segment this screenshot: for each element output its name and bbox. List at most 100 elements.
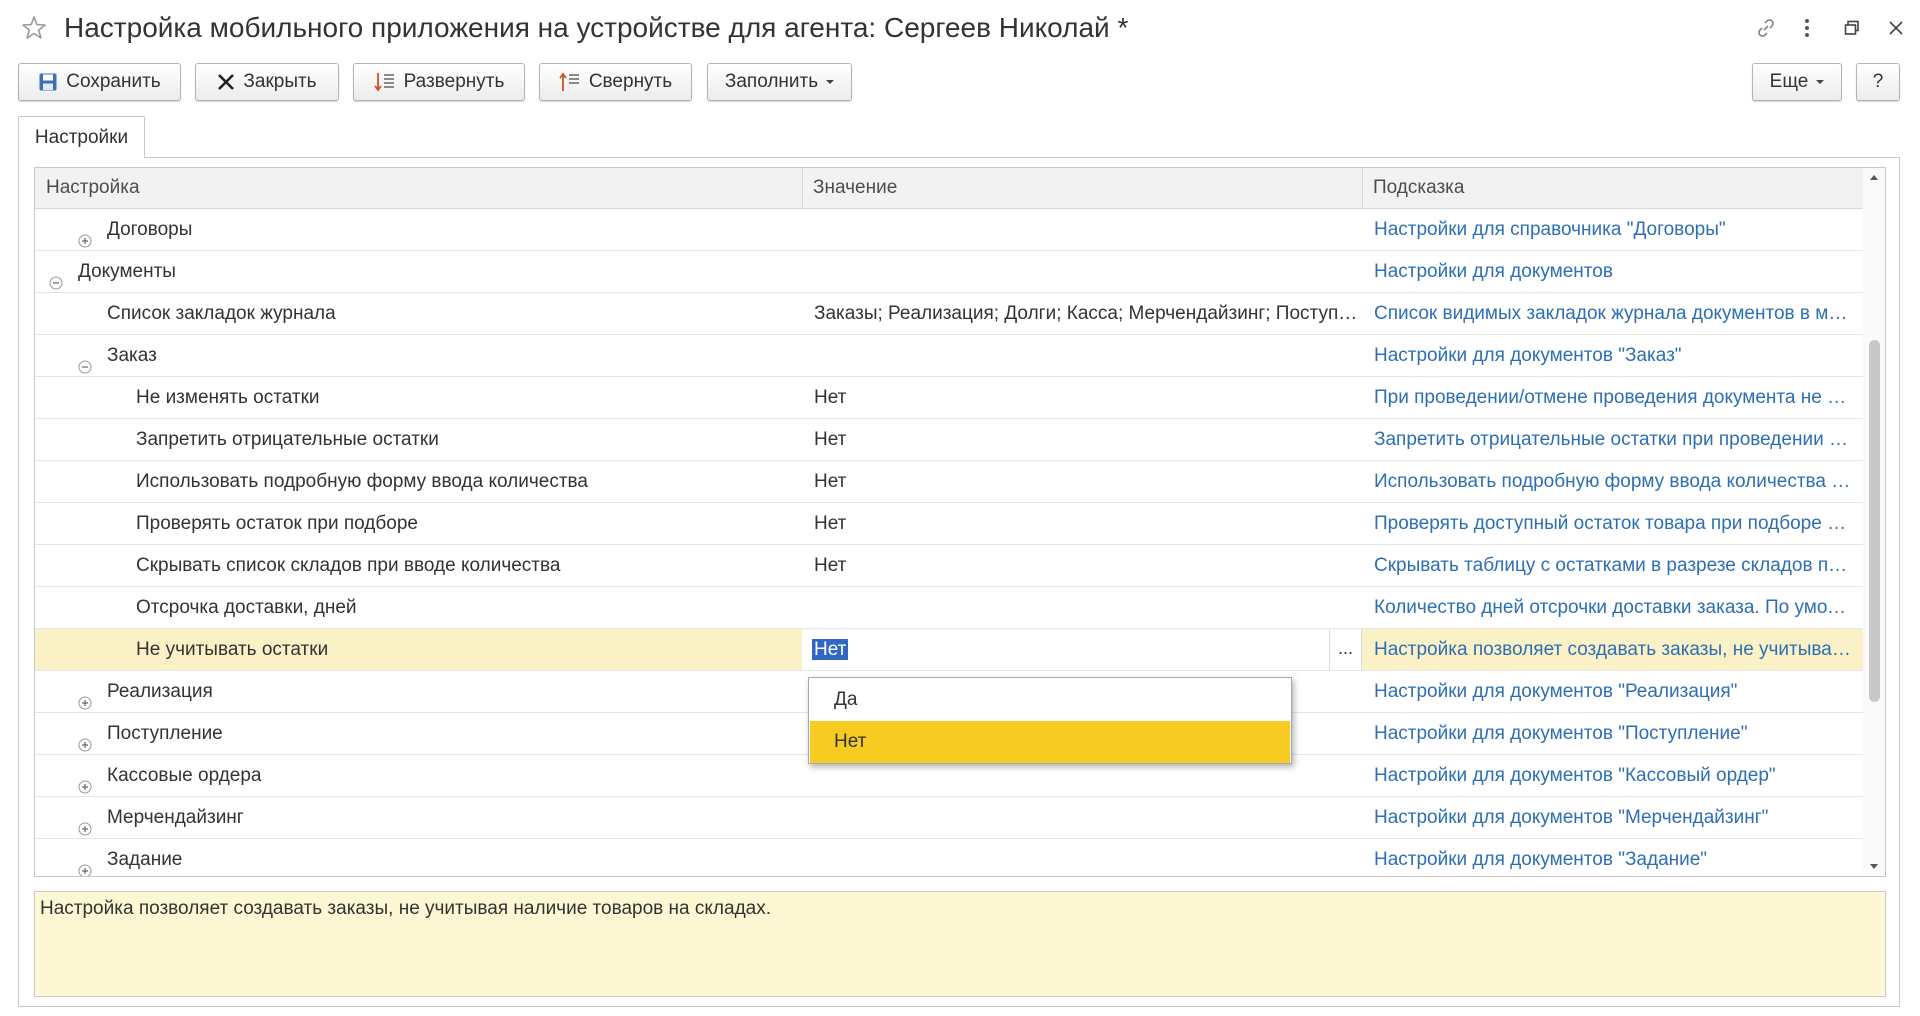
setting-name-cell[interactable]: Договоры: [35, 209, 802, 250]
scroll-up-icon[interactable]: [1863, 168, 1885, 188]
column-header-value[interactable]: Значение: [802, 168, 1362, 208]
scroll-down-icon[interactable]: [1863, 856, 1885, 876]
setting-value-cell[interactable]: Нет: [802, 377, 1362, 418]
table-row[interactable]: Отсрочка доставки, дней Количество дней о…: [35, 587, 1863, 629]
table-row[interactable]: Проверять остаток при подборе Нет Проверят…: [35, 503, 1863, 545]
table-row[interactable]: Не учитывать остатки Нет... Настройка позв…: [35, 629, 1863, 671]
value-edit-field[interactable]: Нет...: [802, 629, 1362, 670]
tab-settings[interactable]: Настройки: [18, 116, 145, 158]
setting-hint-link[interactable]: Использовать подробную форму ввода колич…: [1362, 461, 1863, 502]
help-button[interactable]: ?: [1856, 63, 1900, 101]
table-row[interactable]: Не изменять остатки Нет При проведении/отм…: [35, 377, 1863, 419]
setting-name-cell[interactable]: Реализация: [35, 671, 802, 712]
setting-name-label: Задание: [107, 849, 183, 870]
table-body: Договоры Настройки для справочника "Догов…: [35, 209, 1863, 876]
expand-button[interactable]: Развернуть: [353, 63, 525, 101]
setting-name-cell[interactable]: Не учитывать остатки: [35, 629, 802, 670]
collapse-node-icon[interactable]: [49, 264, 63, 290]
close-button[interactable]: Закрыть: [195, 63, 339, 101]
setting-name-label: Реализация: [107, 681, 213, 702]
dropdown-option-no[interactable]: Нет: [810, 721, 1290, 763]
table-row[interactable]: Запретить отрицательные остатки Нет Запрет…: [35, 419, 1863, 461]
setting-name-cell[interactable]: Скрывать список складов при вводе количе…: [35, 545, 802, 586]
expand-node-icon[interactable]: [78, 810, 92, 836]
collapse-node-icon[interactable]: [78, 348, 92, 374]
expand-node-icon[interactable]: [78, 726, 92, 752]
column-header-hint[interactable]: Подсказка: [1362, 168, 1863, 208]
collapse-button[interactable]: Свернуть: [539, 63, 692, 101]
expand-node-icon[interactable]: [78, 768, 92, 794]
setting-value-cell[interactable]: Заказы; Реализация; Долги; Касса; Мерчен…: [802, 293, 1362, 334]
table-row[interactable]: Документы Настройки для документов: [35, 251, 1863, 293]
setting-hint-link[interactable]: Настройка позволяет создавать заказы, не…: [1362, 629, 1863, 670]
setting-name-cell[interactable]: Мерчендайзинг: [35, 797, 802, 838]
help-button-label: ?: [1872, 71, 1884, 92]
expand-button-label: Развернуть: [403, 71, 505, 92]
table-row[interactable]: Мерчендайзинг Настройки для документов "М…: [35, 797, 1863, 839]
restore-window-icon[interactable]: [1838, 14, 1866, 42]
setting-hint-link[interactable]: Настройки для документов "Мерчендайзинг": [1362, 797, 1863, 838]
fill-dropdown-button[interactable]: Заполнить: [707, 63, 852, 101]
setting-value-cell[interactable]: Нет: [802, 419, 1362, 460]
table-row[interactable]: Скрывать список складов при вводе количе…: [35, 545, 1863, 587]
table-row[interactable]: Заказ Настройки для документов "Заказ": [35, 335, 1863, 377]
link-icon[interactable]: [1752, 14, 1780, 42]
setting-hint-link[interactable]: Количество дней отсрочки доставки заказа…: [1362, 587, 1863, 628]
setting-hint-link[interactable]: Проверять доступный остаток товара при п…: [1362, 503, 1863, 544]
setting-hint-link[interactable]: Настройки для документов "Задание": [1362, 839, 1863, 876]
more-button[interactable]: Еще: [1752, 63, 1842, 101]
dropdown-option-yes[interactable]: Да: [810, 679, 1290, 721]
setting-value-cell[interactable]: [802, 587, 1362, 628]
setting-hint-link[interactable]: Скрывать таблицу с остатками в разрезе с…: [1362, 545, 1863, 586]
setting-name-cell[interactable]: Задание: [35, 839, 802, 876]
setting-value-cell[interactable]: Нет: [802, 503, 1362, 544]
more-vertical-icon[interactable]: [1793, 14, 1821, 42]
setting-value-cell[interactable]: Нет: [802, 461, 1362, 502]
setting-name-label: Кассовые ордера: [107, 765, 262, 786]
setting-name-cell[interactable]: Отсрочка доставки, дней: [35, 587, 802, 628]
setting-value-cell[interactable]: [802, 251, 1362, 292]
scrollbar-thumb[interactable]: [1869, 340, 1880, 702]
setting-hint-link[interactable]: Список видимых закладок журнала документ…: [1362, 293, 1863, 334]
column-header-setting[interactable]: Настройка: [35, 168, 802, 208]
expand-node-icon[interactable]: [78, 852, 92, 876]
setting-hint-link[interactable]: Настройки для документов "Заказ": [1362, 335, 1863, 376]
table-header: Настройка Значение Подсказка: [35, 168, 1863, 209]
setting-name-label: Отсрочка доставки, дней: [136, 597, 357, 618]
setting-value-cell[interactable]: Нет: [802, 545, 1362, 586]
setting-value-cell[interactable]: [802, 335, 1362, 376]
dropdown-arrow-icon: [1816, 80, 1825, 84]
setting-hint-link[interactable]: При проведении/отмене проведения докумен…: [1362, 377, 1863, 418]
table-row[interactable]: Задание Настройки для документов "Задание…: [35, 839, 1863, 876]
setting-name-cell[interactable]: Список закладок журнала: [35, 293, 802, 334]
select-value-button[interactable]: ...: [1329, 629, 1361, 670]
expand-node-icon[interactable]: [78, 684, 92, 710]
setting-hint-link[interactable]: Настройки для документов "Реализация": [1362, 671, 1863, 712]
table-row[interactable]: Список закладок журнала Заказы; Реализаци…: [35, 293, 1863, 335]
setting-name-cell[interactable]: Заказ: [35, 335, 802, 376]
setting-hint-link[interactable]: Настройки для документов "Поступление": [1362, 713, 1863, 754]
close-window-icon[interactable]: [1882, 14, 1910, 42]
setting-name-cell[interactable]: Проверять остаток при подборе: [35, 503, 802, 544]
table-row[interactable]: Договоры Настройки для справочника "Догов…: [35, 209, 1863, 251]
setting-value-cell[interactable]: [802, 209, 1362, 250]
setting-value-cell[interactable]: [802, 797, 1362, 838]
setting-hint-link[interactable]: Настройки для справочника "Договоры": [1362, 209, 1863, 250]
table-row[interactable]: Использовать подробную форму ввода колич…: [35, 461, 1863, 503]
vertical-scrollbar[interactable]: [1863, 168, 1885, 876]
expand-node-icon[interactable]: [78, 222, 92, 248]
setting-name-cell[interactable]: Кассовые ордера: [35, 755, 802, 796]
favorite-star-icon[interactable]: [20, 14, 48, 42]
setting-hint-link[interactable]: Запретить отрицательные остатки при пров…: [1362, 419, 1863, 460]
value-edit-text[interactable]: Нет: [812, 639, 849, 660]
setting-name-cell[interactable]: Поступление: [35, 713, 802, 754]
setting-name-cell[interactable]: Запретить отрицательные остатки: [35, 419, 802, 460]
setting-value-cell[interactable]: [802, 839, 1362, 876]
setting-name-label: Не изменять остатки: [136, 387, 320, 408]
setting-name-cell[interactable]: Не изменять остатки: [35, 377, 802, 418]
setting-name-cell[interactable]: Использовать подробную форму ввода колич…: [35, 461, 802, 502]
setting-name-cell[interactable]: Документы: [35, 251, 802, 292]
setting-hint-link[interactable]: Настройки для документов "Кассовый ордер…: [1362, 755, 1863, 796]
setting-hint-link[interactable]: Настройки для документов: [1362, 251, 1863, 292]
save-button[interactable]: Сохранить: [18, 63, 181, 101]
